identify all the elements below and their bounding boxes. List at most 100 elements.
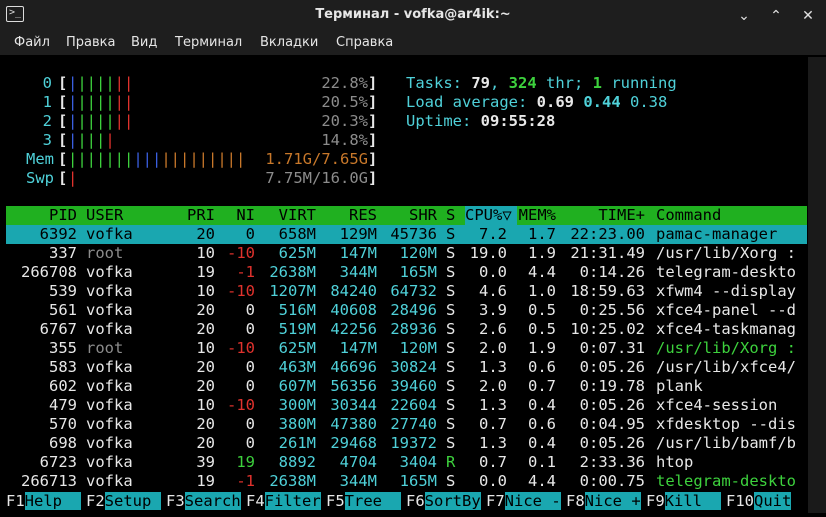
process-cpu: 2.6 (479, 320, 507, 338)
fkey-f7[interactable]: F7Nice - (486, 492, 561, 511)
col-state[interactable]: S (446, 206, 455, 225)
process-state: S (446, 434, 456, 452)
fkey-f10[interactable]: F10Quit (726, 492, 792, 511)
load-5: 0.44 (583, 93, 621, 111)
minimize-icon[interactable]: ⌄ (734, 6, 754, 26)
process-ni: 0 (245, 225, 255, 243)
process-row[interactable]: 266708 vofka 19 -1 2638M 344M 165M S 0.0 4.4 0:14.… (6, 263, 807, 282)
fkey-f9[interactable]: F9Kill (646, 492, 721, 511)
process-cpu: 4.6 (479, 282, 507, 300)
menu-tabs[interactable]: Вкладки (260, 35, 318, 50)
process-time: 0:04.95 (579, 415, 645, 433)
menu-file[interactable]: Файл (14, 35, 50, 50)
fkey-f6[interactable]: F6SortBy (406, 492, 481, 511)
process-user: vofka (86, 225, 133, 243)
process-ni: -10 (227, 244, 255, 262)
process-res: 344M (339, 472, 377, 490)
mem-meter: Mem[||||||||||||||||||| 1.71G/7.65G] (26, 150, 378, 168)
process-pri: 20 (196, 358, 215, 376)
swap-meter: Swp[| 7.75M/16.0G] (26, 169, 378, 187)
col-mem[interactable]: MEM% (515, 206, 556, 225)
col-ni[interactable]: NI (226, 206, 255, 225)
process-row[interactable]: 6392 vofka 20 0 658M 129M 45736 S 7.2 1.7 22:23.00… (6, 225, 807, 244)
process-ni: 0 (245, 320, 255, 338)
col-cpu[interactable]: CPU%▽ (465, 206, 517, 225)
process-state: R (446, 453, 456, 471)
process-state: S (446, 358, 456, 376)
process-pid: 602 (49, 377, 77, 395)
process-shr: 28936 (390, 320, 437, 338)
mem-bar: ||||||||||||||||||| (68, 150, 246, 168)
process-pri: 20 (196, 415, 215, 433)
process-res: 4704 (339, 453, 377, 471)
process-row[interactable]: 6767 vofka 20 0 519M 42256 28936 S 2.6 0.5 10:25.0… (6, 320, 807, 339)
fkey-f4[interactable]: F4Filter (246, 492, 321, 511)
col-pid[interactable]: PID (6, 206, 77, 225)
process-pid: 561 (49, 301, 77, 319)
process-row[interactable]: 570 vofka 20 0 380M 47380 27740 S 0.7 0.6 0:04.95 x… (6, 415, 807, 434)
col-res[interactable]: RES (316, 206, 377, 225)
process-state: S (446, 244, 456, 262)
process-row[interactable]: 6723 vofka 39 19 8892 4704 3404 R 0.7 0.1 2:33.36 h… (6, 453, 807, 472)
fkey-f2[interactable]: F2Setup (86, 492, 161, 511)
col-virt[interactable]: VIRT (261, 206, 316, 225)
process-pid: 337 (49, 244, 77, 262)
mem-usage: 1.71G/7.65G (265, 150, 368, 168)
fkey-f8[interactable]: F8Nice + (566, 492, 641, 511)
process-row[interactable]: 561 vofka 20 0 516M 40608 28496 S 3.9 0.5 0:25.56 x… (6, 301, 807, 320)
col-user[interactable]: USER (86, 206, 123, 225)
menu-view[interactable]: Вид (131, 35, 157, 50)
terminal-view[interactable]: 0[||||||| 22.8%] 1[||||||| 20.5%] 2[||||||| 2… (6, 57, 807, 513)
process-shr: 22604 (390, 396, 437, 414)
col-shr[interactable]: SHR (381, 206, 437, 225)
process-time: 0:19.78 (579, 377, 645, 395)
process-mem: 0.6 (528, 358, 556, 376)
maximize-icon[interactable]: ⌃ (766, 6, 786, 26)
col-pri[interactable]: PRI (176, 206, 215, 225)
fkey-f3[interactable]: F3Search (166, 492, 241, 511)
process-res: 29468 (330, 434, 377, 452)
close-icon[interactable]: ✕ (798, 6, 818, 26)
fkey-key: F7 (486, 492, 505, 510)
menu-edit[interactable]: Правка (66, 35, 115, 50)
process-cpu: 1.3 (479, 396, 507, 414)
process-res: 40608 (330, 301, 377, 319)
col-command[interactable]: Command (656, 206, 721, 225)
menu-terminal[interactable]: Терминал (175, 35, 242, 50)
process-row[interactable]: 266713 vofka 19 -1 2638M 344M 165M S 0.0 4.4 0:00.… (6, 472, 807, 491)
process-time: 0:05.26 (579, 396, 645, 414)
process-state: S (446, 320, 456, 338)
process-row[interactable]: 479 vofka 10 -10 300M 30344 22604 S 1.3 0.4 0:05.2… (6, 396, 807, 415)
swap-usage: 7.75M/16.0G (265, 169, 368, 187)
window-title: Терминал - vofka@ar4ik:~ (315, 7, 511, 22)
process-state: S (446, 339, 456, 357)
process-state: S (446, 415, 456, 433)
process-pid: 583 (49, 358, 77, 376)
process-mem: 0.1 (528, 453, 556, 471)
process-row[interactable]: 355 root 10 -10 625M 147M 120M S 2.0 1.9 0:07.31/u… (6, 339, 807, 358)
process-time: 18:59.63 (570, 282, 645, 300)
process-virt: 658M (278, 225, 316, 243)
process-command: htop (656, 453, 694, 471)
process-cpu: 0.0 (479, 472, 507, 490)
process-time: 10:25.02 (570, 320, 645, 338)
process-shr: 165M (399, 472, 437, 490)
process-user: vofka (86, 434, 133, 452)
process-row[interactable]: 539 vofka 10 -10 1207M 84240 64732 S 4.6 1.0 18:59… (6, 282, 807, 301)
process-row[interactable]: 698 vofka 20 0 261M 29468 19372 S 1.3 0.4 0:05.26 /… (6, 434, 807, 453)
process-ni: -10 (227, 339, 255, 357)
process-row[interactable]: 337 root 10 -10 625M 147M 120M S 19.0 1.9 21:31.49… (6, 244, 807, 263)
fkey-f1[interactable]: F1Help (6, 492, 81, 511)
process-row[interactable]: 583 vofka 20 0 463M 46696 30824 S 1.3 0.6 0:05.26 /… (6, 358, 807, 377)
process-virt: 1207M (269, 282, 316, 300)
col-time[interactable]: TIME+ (561, 206, 645, 225)
process-table-header[interactable]: PID USER PRI NI VIRT RES SHR S CPU%▽ MEM… (6, 206, 807, 225)
process-virt: 261M (278, 434, 316, 452)
process-row[interactable]: 602 vofka 20 0 607M 56356 39460 S 2.0 0.7 0:19.78 p… (6, 377, 807, 396)
menu-help[interactable]: Справка (336, 35, 393, 50)
terminal-scrollbar[interactable] (808, 57, 826, 513)
process-user: vofka (86, 358, 133, 376)
process-ni: -10 (227, 396, 255, 414)
fkey-f5[interactable]: F5Tree (326, 492, 401, 511)
process-state: S (446, 282, 456, 300)
